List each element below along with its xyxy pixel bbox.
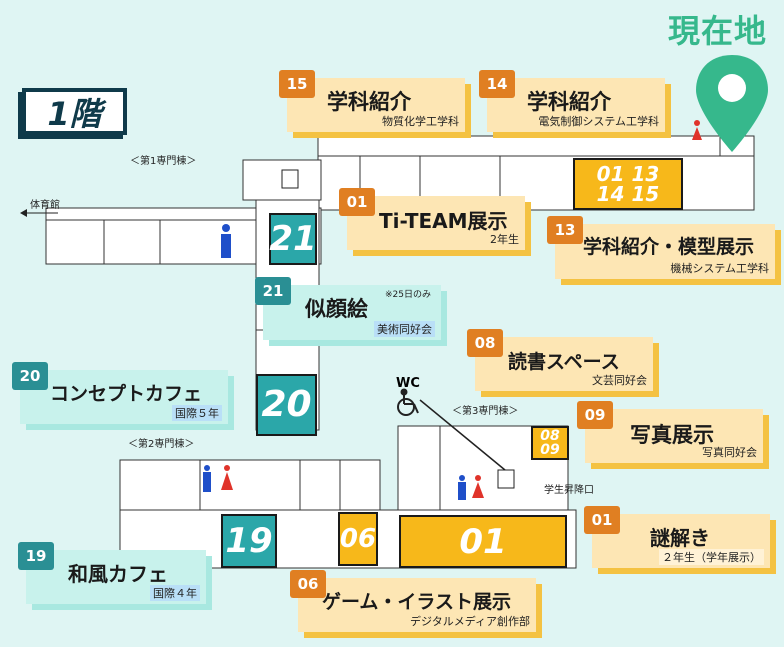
exhibit-title: ゲーム・イラスト展示 bbox=[322, 591, 512, 613]
exhibit-organizer: 国際４年 bbox=[150, 585, 200, 601]
exhibit-card-13[interactable]: 13 学科紹介・模型展示 機械システム工学科 bbox=[547, 216, 775, 279]
exhibit-organizer: 国際５年 bbox=[172, 405, 222, 421]
current-location-label: 現在地 bbox=[668, 12, 768, 50]
arrow-left-icon bbox=[20, 209, 27, 217]
exhibit-title: 和風カフェ bbox=[68, 562, 168, 586]
exhibit-organizer: 物質化学工学科 bbox=[382, 115, 459, 128]
exhibit-organizer: 文芸同好会 bbox=[592, 374, 647, 387]
exhibit-title: 謎解き bbox=[650, 526, 710, 550]
wc-label: WC bbox=[396, 376, 420, 391]
exhibit-number: 15 bbox=[279, 70, 315, 98]
exhibit-title: 学科紹介 bbox=[327, 90, 411, 114]
exhibit-number: 20 bbox=[12, 362, 48, 390]
room-14-15-label: 14 15 bbox=[596, 182, 660, 206]
bldg2-label: ＜第2専門棟＞ bbox=[128, 439, 195, 450]
room-01-13-label: 01 13 bbox=[596, 162, 660, 186]
exhibit-card-08[interactable]: 08 読書スペース 文芸同好会 bbox=[467, 329, 653, 391]
exhibit-title: 学科紹介 bbox=[527, 90, 611, 114]
bldg1-label: ＜第1専門棟＞ bbox=[130, 156, 197, 167]
exhibit-number: 01 bbox=[584, 506, 620, 534]
exhibit-number: 08 bbox=[467, 329, 503, 357]
exhibit-number: 01 bbox=[339, 188, 375, 216]
exhibit-organizer: デジタルメディア創作部 bbox=[409, 615, 530, 628]
exhibit-number: 09 bbox=[577, 401, 613, 429]
wheelchair-icon bbox=[397, 388, 419, 416]
exhibit-card-21[interactable]: 21 似顔絵 ※25日のみ 美術同好会 bbox=[255, 277, 441, 340]
exhibit-card-01-nazo[interactable]: 01 謎解き ２年生（学年展示） bbox=[584, 506, 770, 568]
exhibit-number: 06 bbox=[290, 570, 326, 598]
exhibit-number: 19 bbox=[18, 542, 54, 570]
exhibit-organizer: 2年生 bbox=[490, 233, 519, 246]
exhibit-title: Ti-TEAM展示 bbox=[379, 209, 508, 233]
room-06: 06 bbox=[338, 512, 378, 566]
exhibit-number: 21 bbox=[255, 277, 291, 305]
exhibit-organizer: 写真同好会 bbox=[702, 446, 757, 459]
room-01-13-14-15: 01 13 14 15 bbox=[573, 158, 683, 210]
exhibit-title: 学科紹介・模型展示 bbox=[583, 236, 755, 258]
floor-label: 1階 bbox=[22, 88, 127, 135]
exhibit-card-19[interactable]: 19 和風カフェ 国際４年 bbox=[18, 542, 206, 604]
exhibit-title: 似顔絵 bbox=[305, 297, 368, 321]
male-restroom-icon bbox=[221, 224, 231, 258]
exhibit-organizer: 機械システム工学科 bbox=[670, 262, 769, 275]
exhibit-card-14[interactable]: 14 学科紹介 電気制御システム工学科 bbox=[479, 70, 665, 132]
exhibit-number: 14 bbox=[479, 70, 515, 98]
date-note: ※25日のみ bbox=[385, 290, 431, 300]
room-01: 01 bbox=[399, 515, 567, 568]
student-exit-label: 学生昇降口 bbox=[544, 485, 594, 496]
exhibit-card-01-titeam[interactable]: 01 Ti-TEAM展示 2年生 bbox=[339, 188, 525, 250]
exhibit-card-20[interactable]: 20 コンセプトカフェ 国際５年 bbox=[12, 362, 228, 424]
exhibit-number: 13 bbox=[547, 216, 583, 244]
room-08-09: 08 09 bbox=[531, 426, 569, 460]
exhibit-card-15[interactable]: 15 学科紹介 物質化学工学科 bbox=[279, 70, 465, 132]
room-19: 19 bbox=[221, 514, 277, 568]
gym-label: 体育館 bbox=[30, 200, 60, 211]
exhibit-organizer: ２年生（学年展示） bbox=[659, 549, 764, 565]
room-08-label: 08 bbox=[540, 428, 560, 444]
exhibit-organizer: 電気制御システム工学科 bbox=[538, 115, 659, 128]
room-20: 20 bbox=[256, 374, 317, 436]
exhibit-organizer: 美術同好会 bbox=[374, 321, 435, 337]
bldg3-label: ＜第3専門棟＞ bbox=[452, 406, 519, 417]
room-21: 21 bbox=[269, 213, 317, 265]
room-09-label: 09 bbox=[540, 442, 560, 458]
exhibit-title: 読書スペース bbox=[508, 351, 620, 373]
exhibit-card-06[interactable]: 06 ゲーム・イラスト展示 デジタルメディア創作部 bbox=[290, 570, 536, 632]
exhibit-card-09[interactable]: 09 写真展示 写真同好会 bbox=[577, 401, 763, 463]
exhibit-title: コンセプトカフェ bbox=[50, 383, 203, 405]
